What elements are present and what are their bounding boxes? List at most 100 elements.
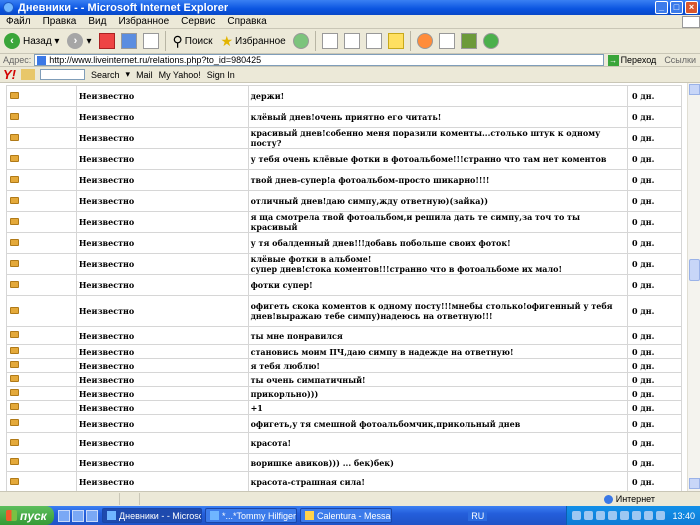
tray-icon[interactable]: [596, 511, 606, 520]
tray-icon[interactable]: [572, 511, 582, 520]
window-titlebar[interactable]: Дневники - - Microsoft Internet Explorer…: [0, 0, 700, 15]
folder-icon[interactable]: [10, 419, 19, 426]
row-message: клёвые фотки в альбоме! супер днев!стока…: [247, 253, 629, 275]
menu-help[interactable]: Справка: [221, 16, 272, 27]
status-bar: Интернет: [0, 491, 700, 506]
start-button[interactable]: пуск: [0, 506, 54, 525]
go-button[interactable]: → Переход: [604, 54, 661, 66]
tray-icon[interactable]: [644, 511, 654, 520]
task-window-2[interactable]: *...*Tommy Hilfiger*...: [205, 508, 297, 523]
messenger-icon[interactable]: [416, 33, 433, 49]
icq-icon[interactable]: [482, 33, 499, 49]
folder-icon[interactable]: [10, 133, 19, 141]
home-icon[interactable]: [142, 33, 159, 49]
pencil-icon[interactable]: [21, 69, 35, 80]
signin-button[interactable]: Sign In: [204, 70, 238, 80]
zone-label: Интернет: [615, 494, 655, 504]
menu-view[interactable]: Вид: [82, 16, 112, 27]
stop-icon[interactable]: [98, 33, 115, 49]
row-age: 0 дн.: [627, 274, 682, 296]
tray-icon[interactable]: [656, 511, 666, 520]
folder-icon[interactable]: [10, 458, 19, 465]
star-icon: ★: [220, 32, 234, 49]
yahoo-logo[interactable]: Y!: [0, 67, 19, 82]
address-input[interactable]: http://www.liveinternet.ru/relations.php…: [34, 54, 604, 66]
row-age: 0 дн.: [627, 432, 682, 454]
close-button[interactable]: ×: [685, 1, 698, 14]
folder-icon[interactable]: [387, 33, 404, 49]
folder-icon[interactable]: [10, 217, 19, 225]
row-author: Неизвестно: [75, 471, 249, 491]
row-message: клёвый днев!очень приятно его читать!: [247, 106, 629, 128]
folder-icon[interactable]: [10, 91, 19, 99]
folder-icon[interactable]: [10, 375, 19, 382]
folder-icon[interactable]: [10, 389, 19, 396]
row-message: офигеть,у тя смешной фотоальбомчик,прико…: [247, 414, 629, 433]
row-age: 0 дн.: [627, 295, 682, 327]
menu-favorites[interactable]: Избранное: [112, 16, 175, 27]
mail-icon[interactable]: [321, 33, 338, 49]
address-url: http://www.liveinternet.ru/relations.php…: [49, 55, 262, 65]
row-author: Неизвестно: [75, 432, 249, 454]
chevron-down-icon[interactable]: ▾: [123, 69, 134, 80]
task-ie[interactable]: Дневники - - Microso...: [102, 508, 202, 523]
menu-tools[interactable]: Сервис: [175, 16, 221, 27]
folder-icon[interactable]: [10, 154, 19, 162]
folder-icon[interactable]: [10, 306, 19, 314]
yahoo-search-input[interactable]: [40, 69, 85, 80]
quick-launch-icon[interactable]: [58, 509, 70, 522]
folder-icon[interactable]: [10, 361, 19, 368]
edit-icon[interactable]: [365, 33, 382, 49]
my-yahoo-button[interactable]: My Yahoo!: [156, 70, 204, 80]
tray-icon[interactable]: [620, 511, 630, 520]
go-arrow-icon: →: [607, 54, 619, 66]
task-message[interactable]: Calentura - Message: [300, 508, 392, 523]
yahoo-mail-button[interactable]: Mail: [133, 70, 156, 80]
table-row: Неизвестно фотки супер! 0 дн.: [6, 274, 682, 296]
clock[interactable]: 13:40: [672, 511, 695, 521]
start-label: пуск: [20, 508, 47, 523]
menu-file[interactable]: Файл: [0, 16, 37, 27]
search-button[interactable]: ⚲ Поиск: [171, 30, 215, 52]
quick-launch-icon[interactable]: [86, 509, 98, 522]
folder-icon[interactable]: [10, 196, 19, 204]
row-icon-cell: [6, 372, 77, 387]
maximize-button[interactable]: □: [670, 1, 683, 14]
folder-icon[interactable]: [10, 477, 19, 485]
row-age: 0 дн.: [627, 148, 682, 170]
folder-icon[interactable]: [10, 175, 19, 183]
tray-icon[interactable]: [584, 511, 594, 520]
folder-icon[interactable]: [10, 438, 19, 446]
folder-icon[interactable]: [10, 280, 19, 288]
forward-button[interactable]: › ▾: [65, 30, 93, 52]
yahoo-search-button[interactable]: Search: [88, 70, 123, 80]
folder-icon[interactable]: [10, 112, 19, 120]
print-icon[interactable]: [343, 33, 360, 49]
links-button[interactable]: Ссылки: [660, 55, 700, 65]
folder-icon[interactable]: [10, 238, 19, 246]
history-icon[interactable]: [292, 33, 309, 49]
table-row: Неизвестно клёвый днев!очень приятно его …: [6, 106, 682, 128]
tray-icon[interactable]: [608, 511, 618, 520]
scroll-up-arrow[interactable]: [689, 84, 700, 95]
minimize-button[interactable]: _: [655, 1, 668, 14]
addon-icon[interactable]: [460, 33, 477, 49]
folder-icon[interactable]: [10, 403, 19, 410]
search-icon: ⚲: [172, 32, 183, 49]
row-message: воришке авиков))) ... бек)бек): [247, 453, 629, 472]
table-row: Неизвестно красивый днев!собенно меня пор…: [6, 127, 682, 149]
research-icon[interactable]: [438, 33, 455, 49]
vertical-scrollbar[interactable]: [687, 83, 700, 491]
refresh-icon[interactable]: [120, 33, 137, 49]
folder-icon[interactable]: [10, 331, 19, 338]
language-indicator[interactable]: RU: [468, 510, 488, 521]
scrollbar-thumb[interactable]: [689, 259, 700, 281]
back-button[interactable]: ‹ Назад ▾: [2, 30, 61, 52]
menu-edit[interactable]: Правка: [37, 16, 83, 27]
favorites-button[interactable]: ★ Избранное: [218, 30, 287, 52]
folder-icon[interactable]: [10, 259, 19, 267]
scroll-down-arrow[interactable]: [689, 478, 700, 489]
folder-icon[interactable]: [10, 347, 19, 354]
tray-icon[interactable]: [632, 511, 642, 520]
quick-launch-icon[interactable]: [72, 509, 84, 522]
